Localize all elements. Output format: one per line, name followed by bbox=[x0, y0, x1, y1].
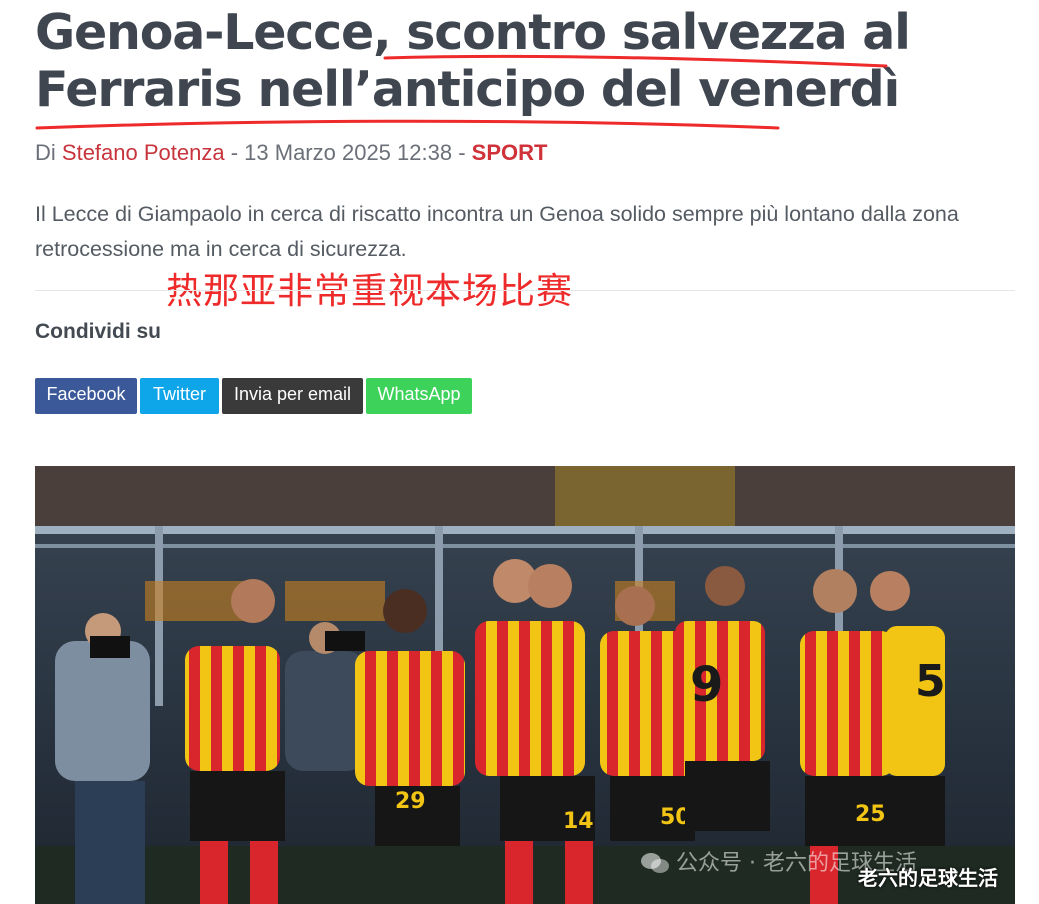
article-title: Genoa-Lecce, scontro salvezza al Ferrari… bbox=[35, 4, 995, 118]
title-line-2: Ferraris nell’anticipo del venerdì bbox=[35, 61, 900, 118]
article-photo: 29 14 50 9 25 5 bbox=[35, 466, 1015, 904]
jersey-number-5: 5 bbox=[915, 656, 946, 707]
jersey-number-9: 9 bbox=[690, 657, 723, 713]
divider bbox=[35, 290, 1015, 291]
whatsapp-share-button[interactable]: WhatsApp bbox=[366, 378, 472, 414]
byline-date: - 13 Marzo 2025 12:38 - bbox=[230, 140, 466, 165]
category-link[interactable]: SPORT bbox=[472, 140, 548, 165]
email-share-button[interactable]: Invia per email bbox=[222, 378, 363, 414]
share-label: Condividi su bbox=[35, 320, 161, 343]
chinese-annotation: 热那亚非常重视本场比赛 bbox=[166, 271, 574, 312]
author-link[interactable]: Stefano Potenza bbox=[62, 140, 225, 165]
twitter-share-button[interactable]: Twitter bbox=[140, 378, 219, 414]
wechat-icon bbox=[641, 853, 669, 873]
article-lead: Il Lecce di Giampaolo in cerca di riscat… bbox=[35, 202, 959, 261]
watermark-name: 老六的足球生活 bbox=[858, 866, 998, 890]
jersey-number-29: 29 bbox=[395, 789, 426, 814]
byline: Di Stefano Potenza - 13 Marzo 2025 12:38… bbox=[35, 140, 547, 166]
jersey-number-25: 25 bbox=[855, 802, 886, 827]
facebook-share-button[interactable]: Facebook bbox=[35, 378, 137, 414]
photo-illustration: 29 14 50 9 25 5 bbox=[35, 466, 1015, 904]
title-line-1: Genoa-Lecce, scontro salvezza al bbox=[35, 4, 911, 61]
jersey-number-14: 14 bbox=[563, 809, 594, 834]
byline-prefix: Di bbox=[35, 140, 56, 165]
